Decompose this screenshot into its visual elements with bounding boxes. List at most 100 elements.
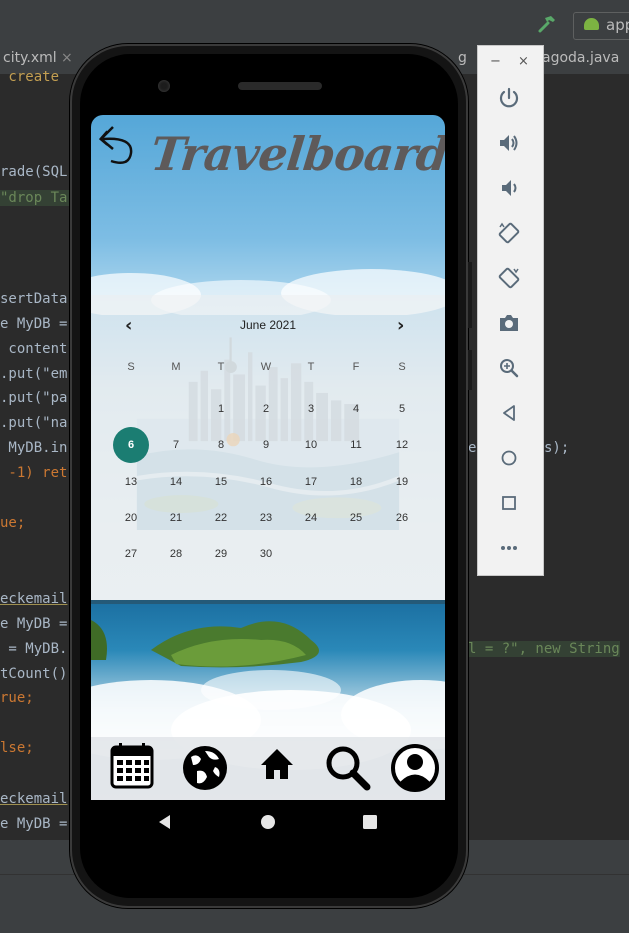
android-overview-icon[interactable]	[362, 814, 378, 830]
calendar-day[interactable]: 25	[343, 508, 369, 528]
emulator-toolbar: − ×	[477, 45, 544, 576]
calendar-day[interactable]: 3	[298, 399, 324, 419]
calendar-day[interactable]: 17	[298, 472, 324, 492]
tab-agoda-java[interactable]: agoda.java	[542, 50, 619, 66]
calendar-day[interactable]: 9	[253, 435, 279, 455]
calendar-icon	[110, 743, 154, 789]
calendar-day[interactable]: 15	[208, 472, 234, 492]
calendar-widget: ‹ June 2021 › SMTWTFS 1 2 3 4 5 6 7 8 9 10 11 12 13 1…	[91, 295, 445, 600]
calendar-day[interactable]: 14	[163, 472, 189, 492]
calendar-day-selected[interactable]: 6	[113, 427, 149, 463]
android-icon	[584, 18, 599, 30]
weekday-label: S	[398, 361, 406, 373]
calendar-day[interactable]: 7	[163, 435, 189, 455]
code-line: eckemail	[0, 791, 68, 807]
android-home-icon[interactable]	[260, 814, 276, 830]
code-line: sertData	[0, 291, 68, 307]
power-icon[interactable]	[497, 86, 521, 110]
close-tab-icon[interactable]: ×	[61, 50, 73, 66]
calendar-day[interactable]: 21	[163, 508, 189, 528]
calendar-day[interactable]: 5	[389, 399, 415, 419]
nav-home-button[interactable]	[247, 737, 307, 800]
weekday-label: W	[260, 361, 272, 373]
code-line: eckemail	[0, 591, 68, 607]
code-line: l = ?", new String	[468, 641, 620, 657]
minimize-button[interactable]: −	[490, 54, 501, 69]
volume-up-icon[interactable]	[497, 131, 521, 155]
nav-calendar-button[interactable]	[102, 737, 162, 800]
calendar-day[interactable]: 22	[208, 508, 234, 528]
nav-globe-button[interactable]	[175, 737, 235, 800]
android-navigation-bar	[91, 800, 445, 844]
volume-down-icon[interactable]	[497, 176, 521, 200]
zoom-icon[interactable]	[497, 356, 521, 380]
calendar-day[interactable]: 18	[343, 472, 369, 492]
camera-icon[interactable]	[497, 311, 521, 335]
calendar-day[interactable]: 26	[389, 508, 415, 528]
code-line: .put("na	[0, 415, 68, 431]
home-icon	[261, 749, 293, 779]
calendar-day[interactable]: 19	[389, 472, 415, 492]
weekday-label: S	[127, 361, 135, 373]
app-screen: Travelboard ‹ June 2021 › SMTWTFS 123456…	[91, 115, 445, 800]
phone-side-button	[468, 262, 472, 328]
rotate-left-icon[interactable]	[497, 221, 521, 245]
weekday-label: T	[217, 361, 225, 373]
calendar-day[interactable]: 13	[118, 472, 144, 492]
calendar-day[interactable]: 24	[298, 508, 324, 528]
back-arrow-icon[interactable]	[97, 123, 137, 165]
calendar-day[interactable]: 16	[253, 472, 279, 492]
code-line: .put("pa	[0, 390, 68, 406]
next-month-chevron-icon[interactable]: ›	[397, 315, 404, 336]
nav-search-button[interactable]	[317, 737, 377, 800]
home-icon[interactable]	[497, 446, 521, 470]
back-icon[interactable]	[497, 401, 521, 425]
code-line: MyDB.in	[0, 440, 68, 456]
calendar-day[interactable]: 1	[208, 399, 234, 419]
code-line: lse;	[0, 740, 34, 756]
build-hammer-icon[interactable]	[537, 14, 557, 34]
run-configuration-label: app	[606, 16, 629, 34]
calendar-day[interactable]: 8	[208, 435, 234, 455]
weekday-label: T	[307, 361, 315, 373]
calendar-month-label: June 2021	[239, 318, 297, 332]
code-line: rue;	[0, 690, 34, 706]
code-line: s);	[544, 440, 570, 456]
code-line-top: create	[0, 69, 60, 85]
code-line: ue;	[0, 515, 26, 531]
overview-icon[interactable]	[497, 491, 521, 515]
calendar-day[interactable]: 10	[298, 435, 324, 455]
calendar-day[interactable]: 23	[253, 508, 279, 528]
run-configuration-selector[interactable]: app	[573, 12, 629, 40]
android-back-icon[interactable]	[157, 814, 173, 830]
calendar-day[interactable]: 30	[253, 544, 279, 564]
bottom-navigation-bar	[91, 737, 445, 800]
calendar-day[interactable]: 20	[118, 508, 144, 528]
phone-side-button	[468, 350, 472, 390]
code-line: -1) ret	[0, 465, 68, 481]
calendar-day[interactable]: 28	[163, 544, 189, 564]
calendar-day[interactable]: 27	[118, 544, 144, 564]
calendar-day[interactable]: 11	[343, 435, 369, 455]
phone-speaker	[238, 82, 322, 90]
code-line: content	[0, 341, 68, 357]
tab-city-xml[interactable]: city.xml	[3, 50, 57, 66]
calendar-day[interactable]: 2	[253, 399, 279, 419]
calendar-day[interactable]: 12	[389, 435, 415, 455]
code-line: e MyDB =	[0, 616, 68, 632]
ide-toolbar: app	[0, 0, 629, 45]
app-title: Travelboard	[148, 127, 445, 181]
more-icon[interactable]	[497, 536, 521, 560]
close-button[interactable]: ×	[518, 54, 529, 69]
nav-profile-button[interactable]	[385, 737, 445, 800]
tab-hidden[interactable]: g	[458, 50, 467, 66]
code-line: rade(SQL	[0, 164, 68, 180]
previous-month-chevron-icon[interactable]: ‹	[125, 315, 132, 336]
weekday-label: M	[171, 361, 181, 373]
code-line: .put("em	[0, 366, 68, 382]
calendar-day[interactable]: 4	[343, 399, 369, 419]
code-line: e MyDB =	[0, 816, 68, 832]
rotate-right-icon[interactable]	[497, 266, 521, 290]
code-line: e MyDB =	[0, 316, 68, 332]
calendar-day[interactable]: 29	[208, 544, 234, 564]
